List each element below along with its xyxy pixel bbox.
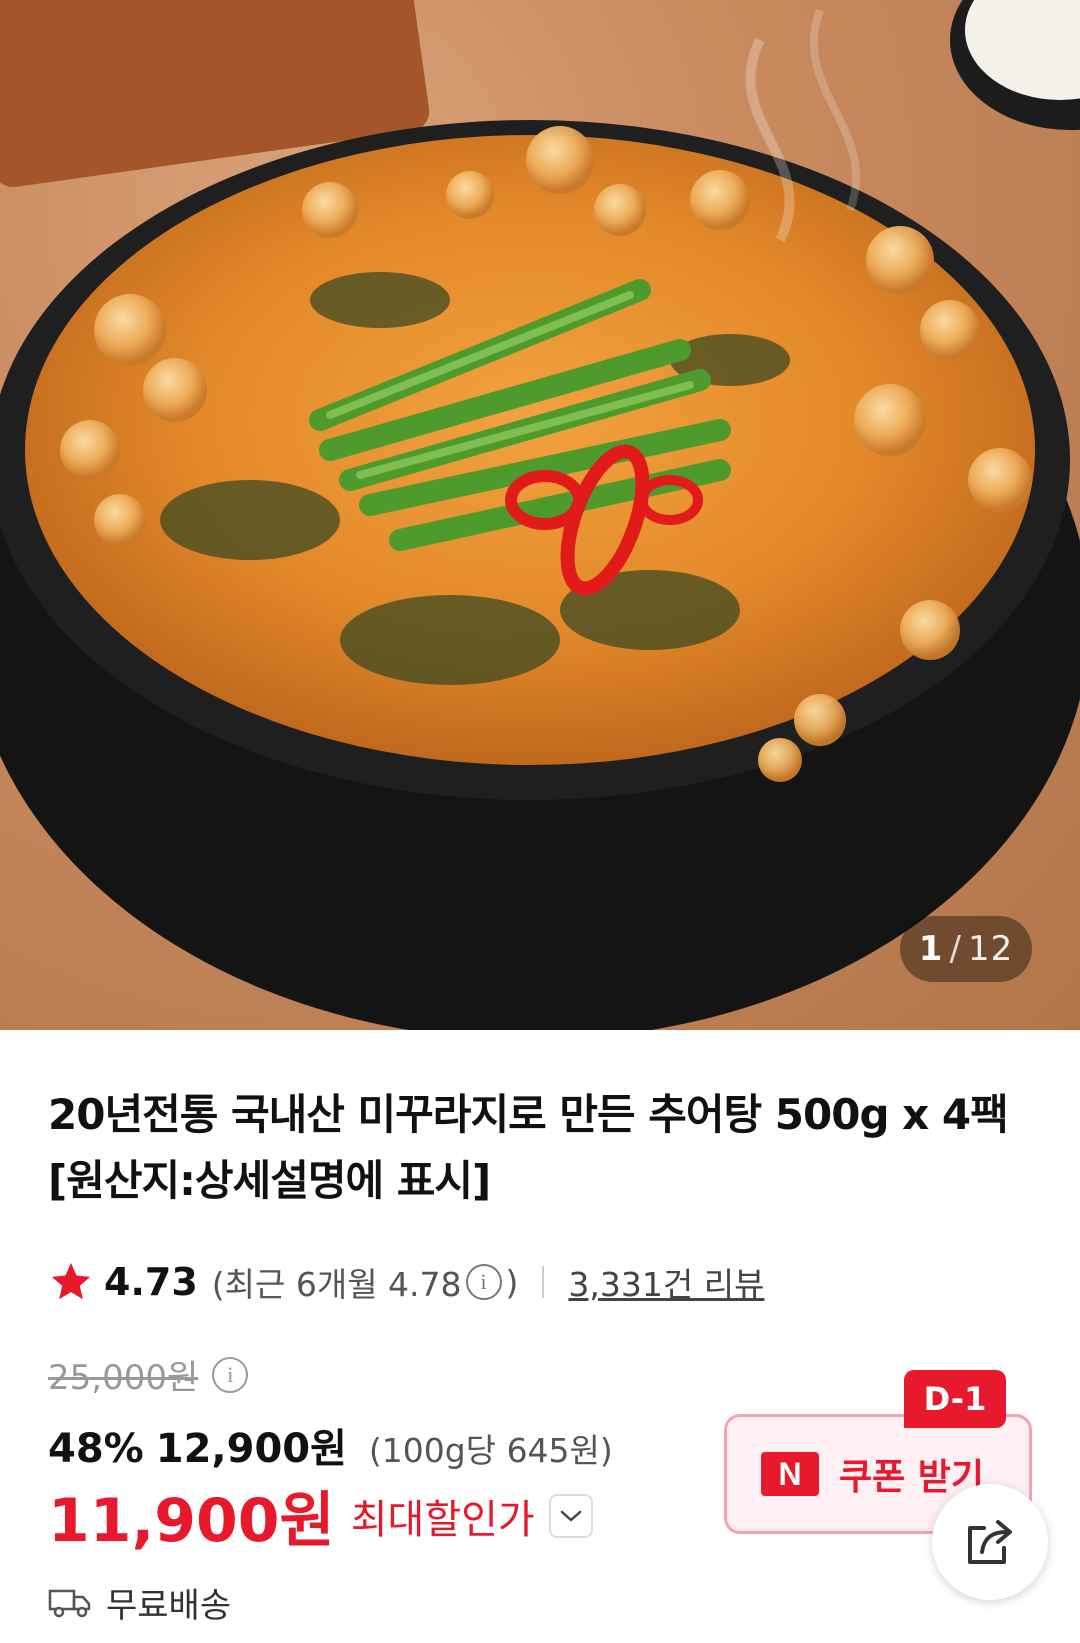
image-counter-separator: / [949, 929, 962, 969]
original-price: 25,000원 [48, 1358, 199, 1398]
rating-row: 4.73 (최근 6개월 4.78 i ) 3,331건 리뷰 [48, 1256, 764, 1308]
recent-rating-close: ) [505, 1262, 519, 1302]
image-counter-total: 12 [967, 929, 1014, 969]
recent-rating-text: (최근 6개월 4.78 [211, 1265, 462, 1304]
image-counter-current: 1 [918, 929, 944, 969]
info-icon[interactable]: i [465, 1264, 502, 1300]
shipping-row: 무료배송 [48, 1578, 231, 1627]
unit-price: (100g당 645원) [368, 1431, 613, 1470]
sale-price: 12,900원 [155, 1426, 347, 1472]
recent-rating: (최근 6개월 4.78 i ) [212, 1258, 519, 1306]
product-title: 20년전통 국내산 미꾸라지로 만든 추어탕 500g x 4팩 [원산지:상세… [48, 1090, 1009, 1205]
review-count-link[interactable]: 3,331건 리뷰 [568, 1258, 764, 1306]
best-price-dropdown-button[interactable] [548, 1493, 593, 1538]
chevron-down-icon [560, 1510, 581, 1521]
share-button[interactable] [932, 1484, 1048, 1600]
coupon-dday-badge: D-1 [904, 1370, 1006, 1428]
best-price-row: 11,900원 최대할인가 [48, 1472, 593, 1559]
discount-rate: 48% [48, 1426, 144, 1472]
product-photo [0, 0, 1080, 1030]
share-icon [968, 1520, 1012, 1564]
best-price: 11,900원 [48, 1486, 335, 1556]
truck-icon [48, 1589, 91, 1617]
image-counter: 1 / 12 [900, 916, 1032, 982]
original-price-row: 25,000원 i [48, 1350, 252, 1399]
naver-logo-icon: N [761, 1452, 819, 1496]
rating-score: 4.73 [104, 1260, 198, 1304]
divider [542, 1266, 545, 1298]
sale-price-row: 48% 12,900원 (100g당 645원) [48, 1416, 613, 1474]
product-image-gallery[interactable]: 1 / 12 [0, 0, 1080, 1030]
star-icon [51, 1262, 91, 1300]
best-price-label: 최대할인가 [350, 1496, 535, 1543]
shipping-label: 무료배송 [106, 1586, 232, 1626]
price-info-icon[interactable]: i [212, 1356, 249, 1393]
